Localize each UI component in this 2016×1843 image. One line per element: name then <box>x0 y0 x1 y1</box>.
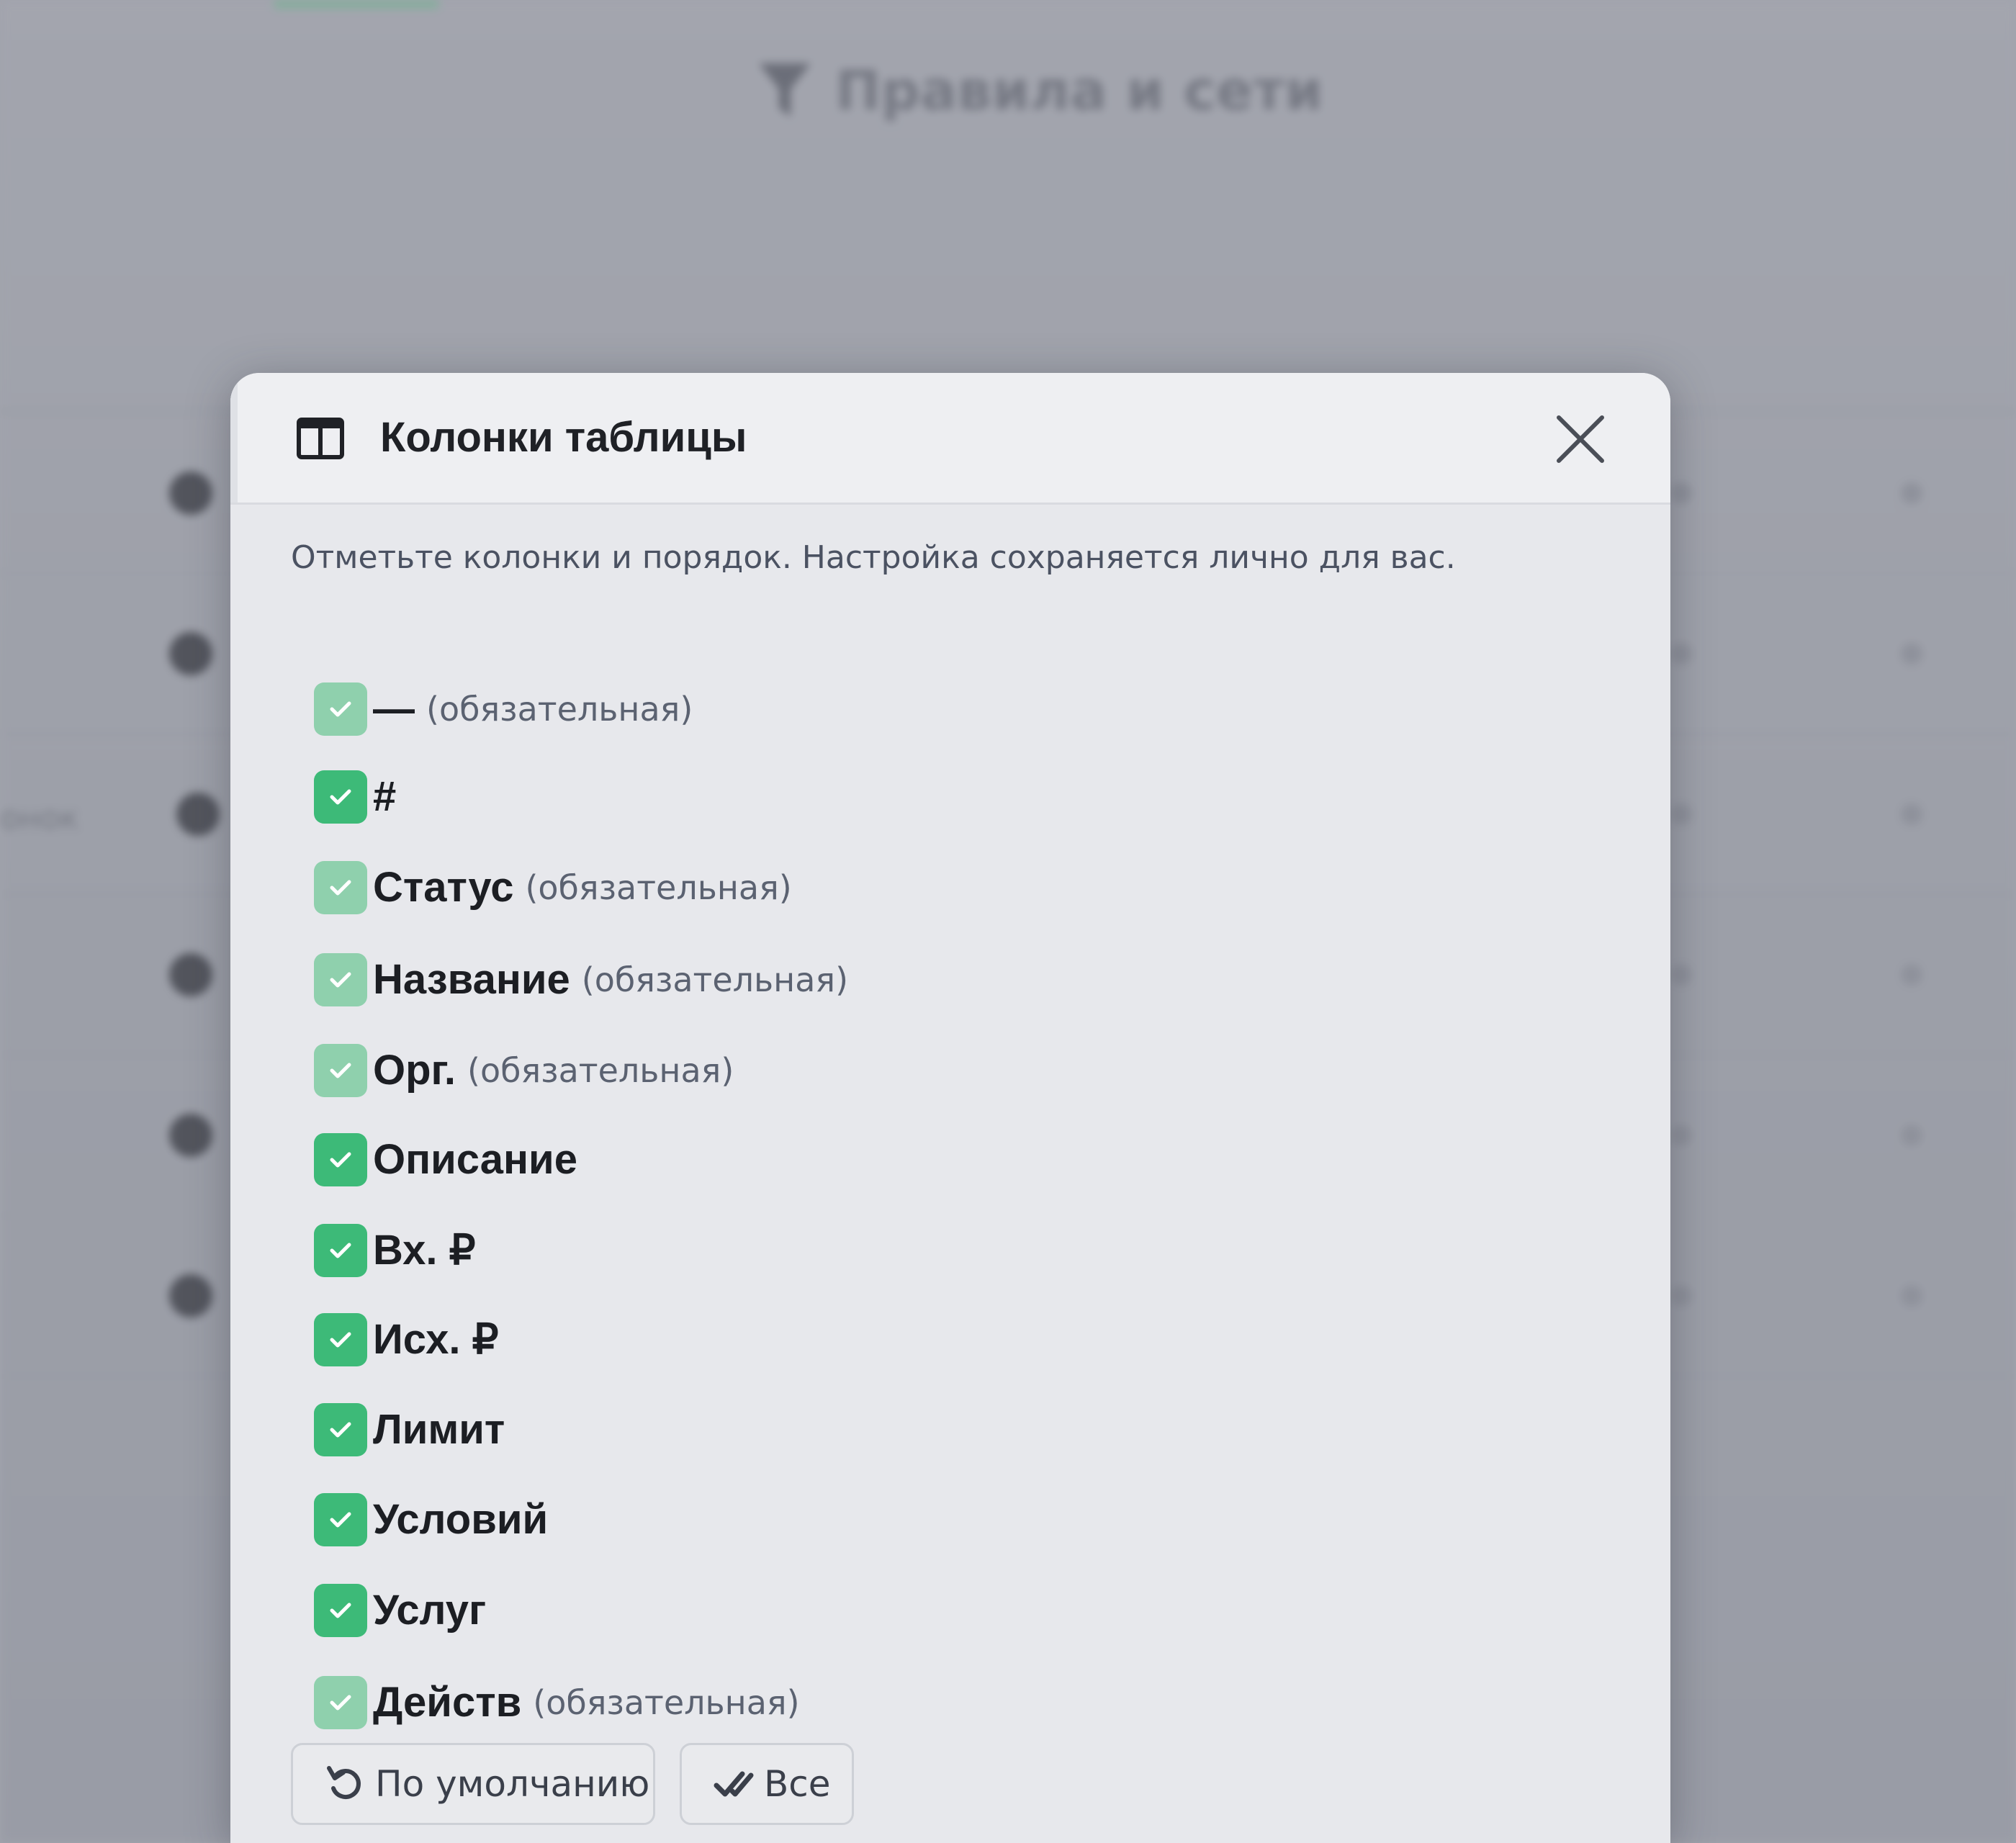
column-label: Вх. ₽ <box>373 1227 476 1274</box>
check-icon <box>330 1695 351 1711</box>
required-note: (обязательная) <box>467 1051 734 1090</box>
column-checkbox[interactable] <box>314 770 367 824</box>
column-label: Услуг <box>373 1587 487 1634</box>
close-icon <box>1557 415 1604 463</box>
select-all-button[interactable]: Все <box>680 1743 854 1825</box>
column-label: Орг. <box>373 1047 456 1094</box>
column-checkbox[interactable] <box>314 1584 367 1637</box>
column-label: Лимит <box>373 1406 505 1453</box>
column-checkbox <box>314 682 367 736</box>
column-item[interactable]: Исх. ₽ <box>314 1312 499 1367</box>
column-checkbox[interactable] <box>314 1493 367 1546</box>
column-checkbox <box>314 1676 367 1729</box>
column-checkbox <box>314 953 367 1006</box>
dialog-header: Колонки таблицы <box>230 373 1670 505</box>
column-label: Описание <box>373 1136 577 1183</box>
double-check-icon <box>714 1764 754 1804</box>
dialog-hint: Отметьте колонки и порядок. Настройка со… <box>291 539 1456 576</box>
select-all-label: Все <box>764 1763 831 1805</box>
column-checkbox <box>314 1044 367 1097</box>
column-item[interactable]: Действ (обязательная) <box>314 1675 800 1730</box>
check-icon <box>330 1332 351 1348</box>
column-label: Условий <box>373 1496 549 1543</box>
reset-default-label: По умолчанию <box>375 1763 650 1805</box>
required-note: (обязательная) <box>525 868 792 907</box>
column-item[interactable]: Статус (обязательная) <box>314 860 792 915</box>
column-item[interactable]: Лимит <box>314 1402 505 1457</box>
column-item[interactable]: Вх. ₽ <box>314 1223 476 1278</box>
dialog-title: Колонки таблицы <box>380 414 747 461</box>
table-columns-icon <box>297 418 344 459</box>
column-label: Действ <box>373 1679 522 1726</box>
column-label: Название <box>373 956 570 1003</box>
column-item[interactable]: Описание <box>314 1132 577 1187</box>
column-item[interactable]: Услуг <box>314 1583 486 1638</box>
column-label: Исх. ₽ <box>373 1316 499 1363</box>
check-icon <box>330 789 351 805</box>
column-item[interactable]: # <box>314 770 396 824</box>
check-icon <box>330 1512 351 1528</box>
check-icon <box>330 1063 351 1078</box>
column-checkbox[interactable] <box>314 1224 367 1277</box>
column-label: — <box>373 685 415 732</box>
check-icon <box>330 1152 351 1168</box>
column-label: # <box>373 773 397 820</box>
check-icon <box>330 1243 351 1258</box>
undo-icon <box>325 1764 365 1804</box>
column-checkbox[interactable] <box>314 1403 367 1456</box>
required-note: (обязательная) <box>581 960 849 999</box>
column-checkbox[interactable] <box>314 1133 367 1186</box>
column-item[interactable]: Название (обязательная) <box>314 952 848 1007</box>
check-icon <box>330 880 351 896</box>
check-icon <box>330 1603 351 1618</box>
column-checkbox <box>314 861 367 914</box>
columns-dialog: Колонки таблицы Отметьте колонки и поряд… <box>230 373 1670 1843</box>
column-item[interactable]: — (обязательная) <box>314 682 693 736</box>
check-icon <box>330 1422 351 1438</box>
close-button[interactable] <box>1552 410 1609 468</box>
column-item[interactable]: Орг. (обязательная) <box>314 1043 734 1098</box>
column-item[interactable]: Условий <box>314 1492 548 1547</box>
required-note: (обязательная) <box>426 690 693 729</box>
reset-default-button[interactable]: По умолчанию <box>291 1743 655 1825</box>
column-label: Статус <box>373 864 514 911</box>
column-checkbox[interactable] <box>314 1313 367 1366</box>
required-note: (обязательная) <box>533 1683 800 1722</box>
check-icon <box>330 972 351 988</box>
check-icon <box>330 701 351 717</box>
